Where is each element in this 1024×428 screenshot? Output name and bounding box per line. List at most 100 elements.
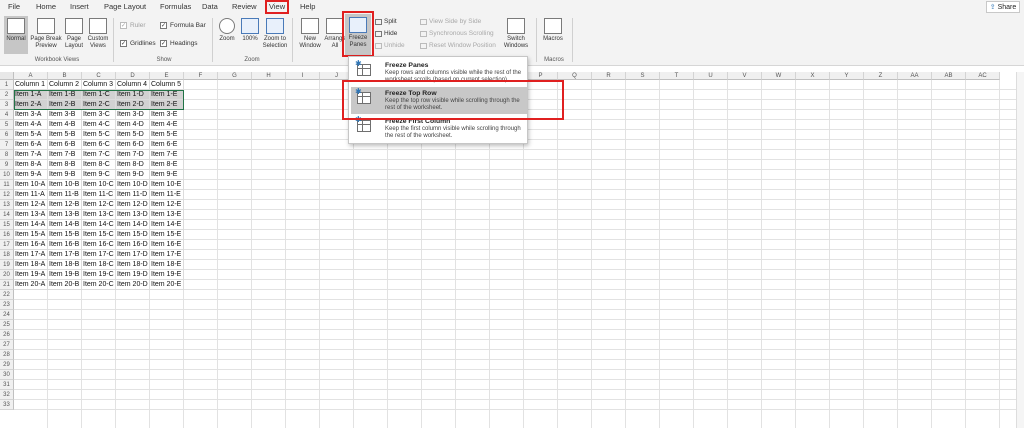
table-cell[interactable]: Item 4-B bbox=[48, 120, 82, 130]
share-button[interactable]: ⇪ Share bbox=[986, 1, 1020, 13]
table-cell[interactable]: Item 20-D bbox=[116, 280, 150, 290]
table-cell[interactable]: Item 19-B bbox=[48, 270, 82, 280]
row-header[interactable]: 12 bbox=[0, 190, 14, 200]
header-cell[interactable]: Column 2 bbox=[48, 80, 82, 90]
column-header[interactable]: I bbox=[286, 72, 320, 80]
table-cell[interactable]: Item 14-B bbox=[48, 220, 82, 230]
tab-view[interactable]: View bbox=[265, 0, 290, 14]
headings-checkbox[interactable]: ✓ Headings bbox=[160, 40, 197, 47]
table-cell[interactable]: Item 5-C bbox=[82, 130, 116, 140]
column-header[interactable]: G bbox=[218, 72, 252, 80]
table-cell[interactable]: Item 13-C bbox=[82, 210, 116, 220]
table-cell[interactable]: Item 16-A bbox=[14, 240, 48, 250]
macros-button[interactable]: Macros bbox=[540, 18, 566, 43]
table-cell[interactable]: Item 5-B bbox=[48, 130, 82, 140]
table-cell[interactable]: Item 13-D bbox=[116, 210, 150, 220]
table-cell[interactable]: Item 4-C bbox=[82, 120, 116, 130]
custom-views-button[interactable]: Custom Views bbox=[86, 18, 110, 50]
row-header[interactable]: 6 bbox=[0, 130, 14, 140]
header-cell[interactable]: Column 5 bbox=[150, 80, 184, 90]
row-header[interactable]: 8 bbox=[0, 150, 14, 160]
row-header[interactable]: 11 bbox=[0, 180, 14, 190]
table-cell[interactable]: Item 15-D bbox=[116, 230, 150, 240]
column-header[interactable]: R bbox=[592, 72, 626, 80]
column-header[interactable]: U bbox=[694, 72, 728, 80]
table-cell[interactable]: Item 17-A bbox=[14, 250, 48, 260]
formula-bar-checkbox[interactable]: ✓ Formula Bar bbox=[160, 22, 206, 29]
column-header[interactable]: S bbox=[626, 72, 660, 80]
table-cell[interactable]: Item 19-A bbox=[14, 270, 48, 280]
select-all-corner[interactable] bbox=[0, 72, 14, 80]
tab-review[interactable]: Review bbox=[232, 2, 257, 11]
row-header[interactable]: 31 bbox=[0, 380, 14, 390]
row-header[interactable]: 25 bbox=[0, 320, 14, 330]
table-cell[interactable]: Item 8-A bbox=[14, 160, 48, 170]
table-cell[interactable]: Item 17-D bbox=[116, 250, 150, 260]
table-cell[interactable]: Item 18-D bbox=[116, 260, 150, 270]
column-header[interactable]: E bbox=[150, 72, 184, 80]
table-cell[interactable]: Item 10-A bbox=[14, 180, 48, 190]
row-header[interactable]: 16 bbox=[0, 230, 14, 240]
column-header[interactable]: D bbox=[116, 72, 150, 80]
column-header[interactable]: W bbox=[762, 72, 796, 80]
table-cell[interactable]: Item 17-B bbox=[48, 250, 82, 260]
table-cell[interactable]: Item 16-C bbox=[82, 240, 116, 250]
column-header[interactable]: T bbox=[660, 72, 694, 80]
table-cell[interactable]: Item 8-C bbox=[82, 160, 116, 170]
table-cell[interactable]: Item 3-C bbox=[82, 110, 116, 120]
table-cell[interactable]: Item 16-D bbox=[116, 240, 150, 250]
row-header[interactable]: 21 bbox=[0, 280, 14, 290]
table-cell[interactable]: Item 6-C bbox=[82, 140, 116, 150]
table-cell[interactable]: Item 20-E bbox=[150, 280, 184, 290]
page-layout-view-button[interactable]: Page Layout bbox=[63, 18, 85, 50]
column-header[interactable]: C bbox=[82, 72, 116, 80]
column-header[interactable]: AC bbox=[966, 72, 1000, 80]
table-cell[interactable]: Item 19-E bbox=[150, 270, 184, 280]
table-cell[interactable]: Item 18-C bbox=[82, 260, 116, 270]
header-cell[interactable]: Column 3 bbox=[82, 80, 116, 90]
table-cell[interactable]: Item 13-B bbox=[48, 210, 82, 220]
synchronous-scrolling-button[interactable]: Synchronous Scrolling bbox=[420, 30, 494, 37]
row-header[interactable]: 14 bbox=[0, 210, 14, 220]
table-cell[interactable]: Item 5-D bbox=[116, 130, 150, 140]
row-header[interactable]: 32 bbox=[0, 390, 14, 400]
row-header[interactable]: 10 bbox=[0, 170, 14, 180]
header-cell[interactable]: Column 1 bbox=[14, 80, 48, 90]
table-cell[interactable]: Item 14-A bbox=[14, 220, 48, 230]
table-cell[interactable]: Item 16-B bbox=[48, 240, 82, 250]
table-cell[interactable]: Item 11-C bbox=[82, 190, 116, 200]
table-cell[interactable]: Item 11-A bbox=[14, 190, 48, 200]
table-cell[interactable]: Item 19-D bbox=[116, 270, 150, 280]
tab-data[interactable]: Data bbox=[202, 2, 218, 11]
table-cell[interactable]: Item 3-A bbox=[14, 110, 48, 120]
tab-file[interactable]: File bbox=[8, 2, 20, 11]
table-cell[interactable]: Item 4-D bbox=[116, 120, 150, 130]
table-cell[interactable]: Item 8-B bbox=[48, 160, 82, 170]
row-header[interactable]: 28 bbox=[0, 350, 14, 360]
table-cell[interactable]: Item 12-B bbox=[48, 200, 82, 210]
column-header[interactable]: Y bbox=[830, 72, 864, 80]
row-header[interactable]: 19 bbox=[0, 260, 14, 270]
column-header[interactable]: H bbox=[252, 72, 286, 80]
table-cell[interactable]: Item 18-A bbox=[14, 260, 48, 270]
table-cell[interactable]: Item 8-E bbox=[150, 160, 184, 170]
row-header[interactable]: 13 bbox=[0, 200, 14, 210]
row-header[interactable]: 33 bbox=[0, 400, 14, 410]
new-window-button[interactable]: New Window bbox=[296, 18, 324, 50]
ruler-checkbox[interactable]: ✓ Ruler bbox=[120, 22, 146, 29]
row-header[interactable]: 17 bbox=[0, 240, 14, 250]
table-cell[interactable]: Item 7-C bbox=[82, 150, 116, 160]
table-cell[interactable]: Item 11-D bbox=[116, 190, 150, 200]
table-cell[interactable]: Item 3-D bbox=[116, 110, 150, 120]
table-cell[interactable]: Item 4-E bbox=[150, 120, 184, 130]
tab-formulas[interactable]: Formulas bbox=[160, 2, 191, 11]
table-cell[interactable]: Item 7-A bbox=[14, 150, 48, 160]
table-cell[interactable]: Item 10-B bbox=[48, 180, 82, 190]
row-header[interactable]: 2 bbox=[0, 90, 14, 100]
hide-button[interactable]: Hide bbox=[375, 30, 397, 37]
unhide-button[interactable]: Unhide bbox=[375, 42, 405, 49]
column-header[interactable]: P bbox=[524, 72, 558, 80]
row-header[interactable]: 5 bbox=[0, 120, 14, 130]
column-header[interactable]: X bbox=[796, 72, 830, 80]
tab-page-layout[interactable]: Page Layout bbox=[104, 2, 146, 11]
